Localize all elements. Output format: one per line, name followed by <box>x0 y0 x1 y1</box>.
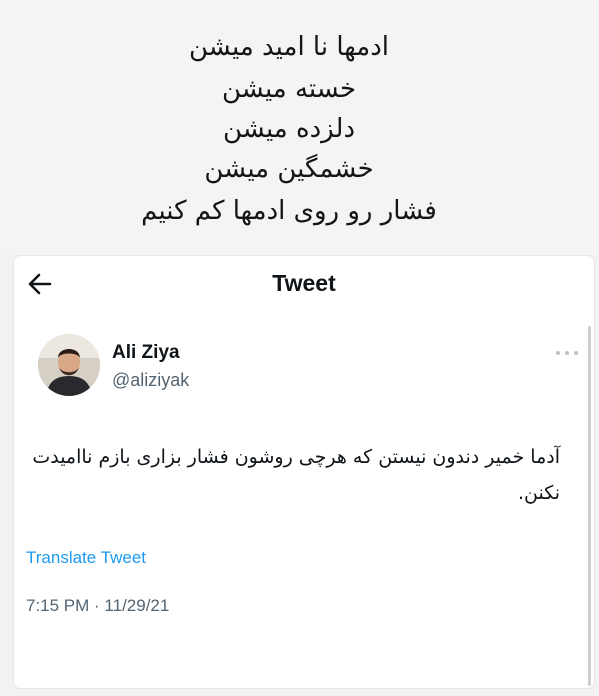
avatar[interactable] <box>38 334 100 396</box>
tweet-text: آدما خمیر دندون نیستن که هرچی روشون فشار… <box>32 446 560 504</box>
caption-line-1: ادمها نا امید میشن <box>189 32 389 62</box>
caption-line-4: خشمگین میشن <box>204 154 374 184</box>
translate-tweet-link[interactable]: Translate Tweet <box>26 548 146 568</box>
scrollbar[interactable] <box>588 326 591 686</box>
caption-line-3: دلزده میشن <box>222 114 356 144</box>
author-name[interactable]: Ali Ziya <box>112 342 180 364</box>
caption-area: ادمها نا امید میشن خسته میشن دلزده میشن … <box>0 0 599 255</box>
caption-line-2: خسته میشن <box>221 74 357 104</box>
avatar-photo-icon <box>38 334 100 396</box>
tweet-timestamp[interactable]: 7:15 PM · 11/29/21 <box>26 596 169 616</box>
tweet-card: Tweet Ali Ziya @aliziyak آدما خمیر دندون… <box>14 256 594 688</box>
caption-line-5: فشار رو روی ادمها کم کنیم <box>141 196 437 226</box>
author-handle[interactable]: @aliziyak <box>112 370 189 391</box>
tweet-header: Tweet <box>14 256 594 316</box>
page-title: Tweet <box>272 270 336 296</box>
more-dots-icon[interactable] <box>554 349 580 357</box>
